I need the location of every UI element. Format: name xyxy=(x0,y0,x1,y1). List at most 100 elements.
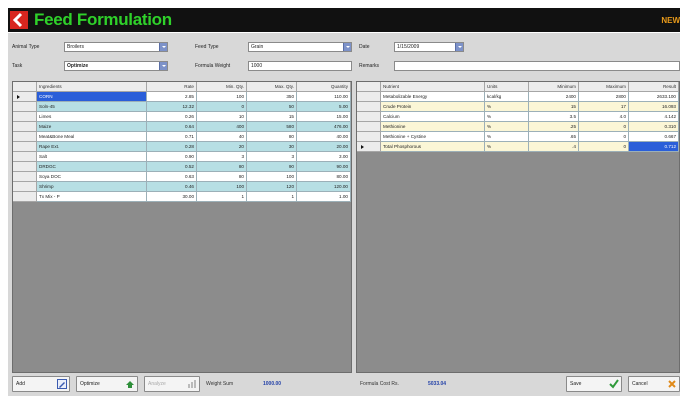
chevron-down-icon[interactable] xyxy=(343,43,351,51)
nutrient-max[interactable]: 0 xyxy=(579,132,629,142)
row-selector[interactable] xyxy=(13,132,37,142)
table-row[interactable]: Crude Protein % 15 17 16.093 xyxy=(357,102,679,112)
ingredient-name[interactable]: Soln-45 xyxy=(37,102,147,112)
table-row[interactable]: Maize 0.64 400 580 476.00 xyxy=(13,122,351,132)
ingredient-max[interactable]: 80 xyxy=(247,132,297,142)
ingredient-min[interactable]: 20 xyxy=(197,142,247,152)
ingredient-min[interactable]: 80 xyxy=(197,162,247,172)
ingredient-max[interactable]: 1 xyxy=(247,192,297,202)
table-row[interactable]: Soln-45 12.32 0 50 5.00 xyxy=(13,102,351,112)
table-row[interactable]: Methionine % .25 0 0.310 xyxy=(357,122,679,132)
ingredient-name[interactable]: Salt xyxy=(37,152,147,162)
row-selector[interactable] xyxy=(13,172,37,182)
ingredient-name[interactable]: Soya DOC xyxy=(37,172,147,182)
ingredient-name[interactable]: Tx Mix - P xyxy=(37,192,147,202)
ingredient-max[interactable]: 90 xyxy=(247,162,297,172)
nutrient-result[interactable]: 4.142 xyxy=(629,112,679,122)
ingredient-rate[interactable]: 0.28 xyxy=(147,142,197,152)
row-selector[interactable] xyxy=(357,132,381,142)
ingredient-qty[interactable]: 5.00 xyxy=(297,102,351,112)
nutrient-min[interactable]: 2400 xyxy=(529,92,579,102)
ingredient-qty[interactable]: 3.00 xyxy=(297,152,351,162)
ingredients-header-rate[interactable]: Rate xyxy=(147,82,197,92)
row-selector[interactable] xyxy=(357,142,381,152)
ingredient-qty[interactable]: 90.00 xyxy=(297,162,351,172)
ingredient-max[interactable]: 30 xyxy=(247,142,297,152)
ingredient-max[interactable]: 120 xyxy=(247,182,297,192)
chevron-down-icon[interactable] xyxy=(159,62,167,70)
save-button[interactable]: Save xyxy=(566,376,622,392)
table-row[interactable]: Calcium % 3.5 4.0 4.142 xyxy=(357,112,679,122)
ingredient-name[interactable]: Rape Ext. xyxy=(37,142,147,152)
nutrient-units[interactable]: % xyxy=(485,142,529,152)
nutrient-max[interactable]: 4.0 xyxy=(579,112,629,122)
chevron-down-icon[interactable] xyxy=(159,43,167,51)
nutrients-header-units[interactable]: Units xyxy=(485,82,529,92)
ingredient-min[interactable]: 3 xyxy=(197,152,247,162)
ingredient-min[interactable]: 80 xyxy=(197,172,247,182)
ingredients-header-name[interactable]: Ingredients xyxy=(37,82,147,92)
table-row[interactable]: Methionine + Cystine % .65 0 0.667 xyxy=(357,132,679,142)
nutrient-name[interactable]: Calcium xyxy=(381,112,485,122)
nutrient-name[interactable]: Methionine xyxy=(381,122,485,132)
row-selector[interactable] xyxy=(357,102,381,112)
date-picker[interactable]: 1/15/2009 xyxy=(394,42,464,52)
nutrient-name[interactable]: Total Phosphorous xyxy=(381,142,485,152)
row-selector[interactable] xyxy=(13,162,37,172)
nutrient-units[interactable]: kcal/kg xyxy=(485,92,529,102)
nutrient-result[interactable]: 0.310 xyxy=(629,122,679,132)
ingredient-min[interactable]: 100 xyxy=(197,182,247,192)
table-row[interactable]: Tx Mix - P 30.00 1 1 1.00 xyxy=(13,192,351,202)
ingredients-header-min[interactable]: Min. Qty. xyxy=(197,82,247,92)
ingredient-qty[interactable]: 1.00 xyxy=(297,192,351,202)
ingredient-max[interactable]: 580 xyxy=(247,122,297,132)
ingredient-rate[interactable]: 0.52 xyxy=(147,162,197,172)
ingredient-min[interactable]: 400 xyxy=(197,122,247,132)
nutrients-header-max[interactable]: Maximum xyxy=(579,82,629,92)
ingredient-max[interactable]: 50 xyxy=(247,102,297,112)
row-selector[interactable] xyxy=(13,122,37,132)
chevron-down-icon[interactable] xyxy=(455,43,463,51)
ingredient-rate[interactable]: 2.85 xyxy=(147,92,197,102)
ingredients-grid[interactable]: Ingredients Rate Min. Qty. Max. Qty. Qua… xyxy=(12,81,352,373)
row-selector[interactable] xyxy=(357,92,381,102)
ingredient-max[interactable]: 15 xyxy=(247,112,297,122)
nutrient-units[interactable]: % xyxy=(485,122,529,132)
nutrient-max[interactable]: 2800 xyxy=(579,92,629,102)
formula-weight-input[interactable]: 1000 xyxy=(248,61,352,71)
nutrient-name[interactable]: Crude Protein xyxy=(381,102,485,112)
row-selector[interactable] xyxy=(357,112,381,122)
ingredient-name[interactable]: Limes xyxy=(37,112,147,122)
nutrient-max[interactable]: 0 xyxy=(579,122,629,132)
task-select[interactable]: Optimize xyxy=(64,61,168,71)
ingredient-qty[interactable]: 20.00 xyxy=(297,142,351,152)
nutrient-units[interactable]: % xyxy=(485,102,529,112)
row-selector[interactable] xyxy=(13,92,37,102)
cancel-button[interactable]: Cancel xyxy=(628,376,680,392)
ingredient-qty[interactable]: 120.00 xyxy=(297,182,351,192)
ingredient-min[interactable]: 40 xyxy=(197,132,247,142)
nutrient-units[interactable]: % xyxy=(485,132,529,142)
nutrient-name[interactable]: Methionine + Cystine xyxy=(381,132,485,142)
nutrient-result[interactable]: 2633.100 xyxy=(629,92,679,102)
row-selector[interactable] xyxy=(357,122,381,132)
table-row[interactable]: Shrimp 0.46 100 120 120.00 xyxy=(13,182,351,192)
ingredient-name[interactable]: CORN xyxy=(37,92,147,102)
ingredient-max[interactable]: 100 xyxy=(247,172,297,182)
nutrient-min[interactable]: 15 xyxy=(529,102,579,112)
row-selector[interactable] xyxy=(13,112,37,122)
table-row[interactable]: Metabolizable Energy kcal/kg 2400 2800 2… xyxy=(357,92,679,102)
nutrients-grid[interactable]: Nutrient Units Minimum Maximum Result Me… xyxy=(356,81,680,373)
nutrient-min[interactable]: 3.5 xyxy=(529,112,579,122)
ingredient-qty[interactable]: 476.00 xyxy=(297,122,351,132)
ingredient-qty[interactable]: 80.00 xyxy=(297,172,351,182)
table-row[interactable]: Total Phosphorous % .4 0 0.712 xyxy=(357,142,679,152)
nutrient-min[interactable]: .4 xyxy=(529,142,579,152)
ingredient-name[interactable]: Shrimp xyxy=(37,182,147,192)
ingredient-qty[interactable]: 15.00 xyxy=(297,112,351,122)
analyze-button[interactable]: Analyze xyxy=(144,376,200,392)
ingredient-name[interactable]: Maize xyxy=(37,122,147,132)
ingredient-max[interactable]: 350 xyxy=(247,92,297,102)
nutrient-result[interactable]: 0.667 xyxy=(629,132,679,142)
ingredient-name[interactable]: Meat&Bone Meal xyxy=(37,132,147,142)
